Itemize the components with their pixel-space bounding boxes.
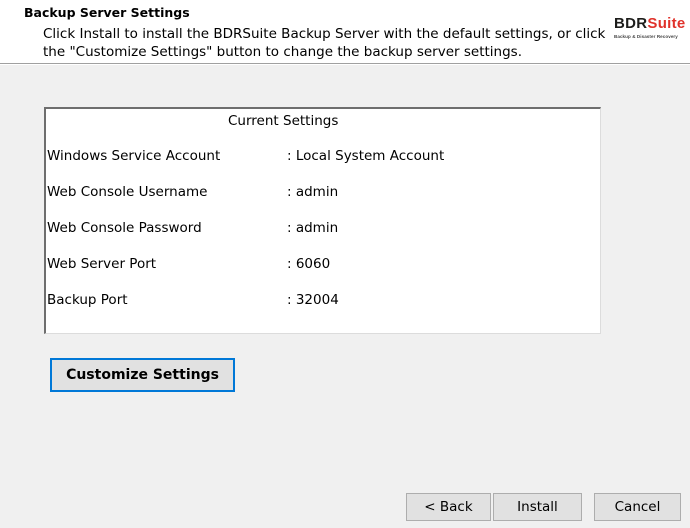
setting-label-service-account: Windows Service Account <box>47 148 221 164</box>
logo-tagline: Backup & Disaster Recovery <box>614 34 678 39</box>
logo-wordmark: BDRSuite <box>614 15 686 32</box>
setting-label-console-username: Web Console Username <box>47 184 208 200</box>
bdrsuite-logo: BDRSuite Backup & Disaster Recovery <box>610 10 688 58</box>
install-button[interactable]: Install <box>493 493 582 521</box>
setting-value-backup-port: : 32004 <box>287 292 339 308</box>
setting-label-console-password: Web Console Password <box>47 220 202 236</box>
current-settings-box: Current Settings Windows Service Account… <box>44 107 601 334</box>
logo-brand-part1: BDR <box>614 15 648 32</box>
setting-label-web-server-port: Web Server Port <box>47 256 157 272</box>
cancel-button[interactable]: Cancel <box>594 493 681 521</box>
logo-brand-part2: Suite <box>647 15 686 32</box>
setting-value-console-password: : admin <box>287 220 339 236</box>
customize-settings-button[interactable]: Customize Settings <box>50 358 235 392</box>
page-description: Click Install to install the BDRSuite Ba… <box>43 26 606 60</box>
setting-value-web-server-port: : 6060 <box>287 256 331 272</box>
setting-label-backup-port: Backup Port <box>47 292 128 308</box>
header-panel: Backup Server Settings Click Install to … <box>0 0 690 63</box>
settings-title: Current Settings <box>228 113 339 129</box>
page-title: Backup Server Settings <box>24 5 190 20</box>
header-divider <box>0 63 690 65</box>
setting-value-console-username: : admin <box>287 184 339 200</box>
setting-value-service-account: : Local System Account <box>287 148 445 164</box>
back-button[interactable]: < Back <box>406 493 491 521</box>
